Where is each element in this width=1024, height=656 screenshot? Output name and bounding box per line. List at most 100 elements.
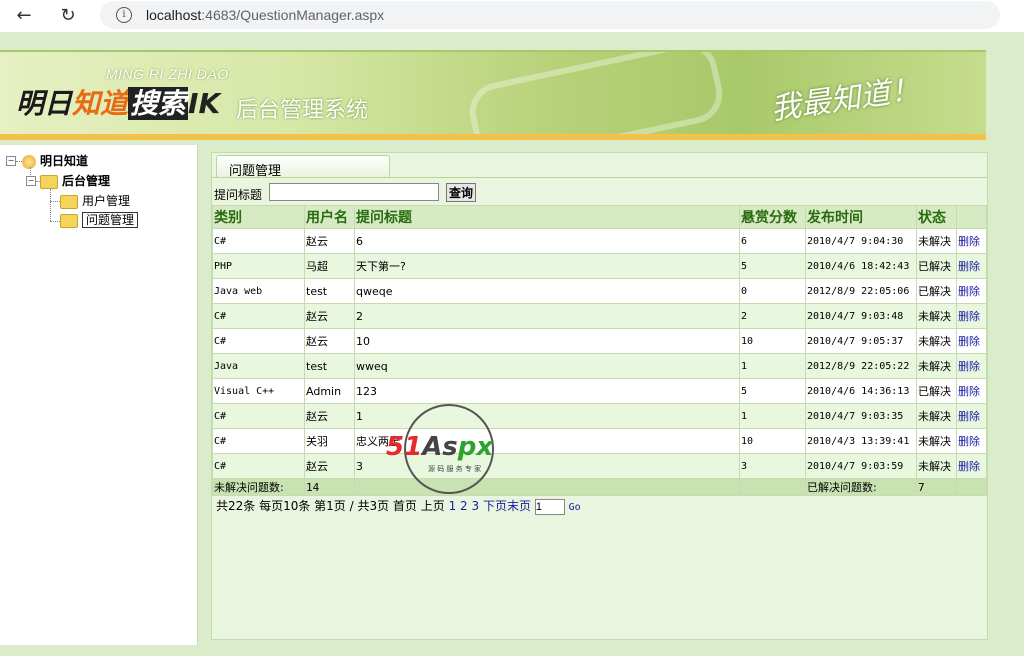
pager-summary: 共22条 每页10条 第1页 / 共3页 首页 上页 [216, 499, 445, 513]
time-cell: 2010/4/7 9:03:59 [805, 453, 917, 479]
title-cell: 6 [354, 228, 740, 254]
user-cell: 赵云 [304, 303, 355, 329]
site-banner: MING RI ZHI DAO 明日知道搜索IK 后台管理系统 我最知道！ [0, 50, 986, 140]
site-logo: 明日知道搜索IK [16, 87, 221, 120]
title-cell: 天下第一? [354, 253, 740, 279]
solved-count-label: 已解决问题数: [805, 478, 917, 496]
col-header-category[interactable]: 类别 [212, 205, 305, 229]
search-title-input[interactable] [269, 183, 439, 201]
tree-root[interactable]: 明日知道 [22, 152, 88, 169]
category-cell: C# [212, 428, 305, 454]
col-header-user[interactable]: 用户名 [304, 205, 355, 229]
col-header-time[interactable]: 发布时间 [805, 205, 917, 229]
user-cell: test [304, 278, 355, 304]
user-cell: 关羽 [304, 428, 355, 454]
status-cell: 已解决 [916, 378, 957, 404]
tree-item-question-management[interactable]: 问题管理 [60, 211, 139, 228]
col-header-score[interactable]: 悬赏分数 [739, 205, 806, 229]
delete-link[interactable]: 删除 [956, 253, 987, 279]
time-cell: 2010/4/7 9:03:35 [805, 403, 917, 429]
table-row: Visual C++ Admin 123 5 2010/4/6 14:36:13 已解决删… [212, 378, 987, 404]
delete-link[interactable]: 删除 [956, 353, 987, 379]
search-button[interactable]: 查询 [446, 183, 476, 202]
tab-question-management[interactable]: 问题管理 [216, 155, 390, 179]
back-icon[interactable]: ← [12, 4, 36, 28]
tree-node-admin[interactable]: 后台管理 [40, 172, 110, 189]
user-cell: test [304, 353, 355, 379]
time-cell: 2010/4/6 18:42:43 [805, 253, 917, 279]
folder-icon [40, 174, 58, 189]
pager-page-links[interactable]: 1 2 3 [449, 499, 480, 513]
collapse-icon[interactable]: − [26, 176, 36, 186]
unsolved-count-label: 未解决问题数: [212, 478, 305, 496]
site-info-icon[interactable]: i [116, 7, 132, 23]
reload-icon[interactable]: ↻ [56, 4, 80, 28]
status-cell: 已解决 [916, 253, 957, 279]
status-cell: 未解决 [916, 328, 957, 354]
title-cell: qweqe [354, 278, 740, 304]
watermark-logo: 51Aspx 源 码 服 务 专 家 [386, 404, 494, 494]
table-row: C# 关羽 忠义两全 10 2010/4/3 13:39:41 未解决 删除 [212, 428, 987, 454]
col-header-status[interactable]: 状态 [916, 205, 957, 229]
title-cell: 123 [354, 378, 740, 404]
category-cell: C# [212, 453, 305, 479]
banner-decoration [464, 52, 728, 140]
solved-count-value: 7 [916, 478, 957, 496]
collapse-icon[interactable]: − [6, 156, 16, 166]
status-cell: 未解决 [916, 453, 957, 479]
question-table: 类别 用户名 提问标题 悬赏分数 发布时间 状态 C# 赵云 6 6 2010/4/7 … [212, 205, 987, 496]
table-row: C# 赵云 2 2 2010/4/7 9:03:48 未解决 删除 [212, 303, 987, 329]
delete-link[interactable]: 删除 [956, 303, 987, 329]
table-row: C# 赵云 6 6 2010/4/7 9:04:30 未解决 删除 [212, 228, 987, 254]
banner-pinyin: MING RI ZHI DAO [106, 66, 229, 82]
delete-link[interactable]: 删除 [956, 328, 987, 354]
category-cell: C# [212, 403, 305, 429]
col-header-title[interactable]: 提问标题 [354, 205, 740, 229]
category-cell: C# [212, 228, 305, 254]
col-header-action [956, 205, 987, 229]
title-cell: wweq [354, 353, 740, 379]
status-cell: 未解决 [916, 428, 957, 454]
score-cell: 10 [739, 328, 806, 354]
category-cell: C# [212, 303, 305, 329]
title-cell: 10 [354, 328, 740, 354]
status-cell: 已解决 [916, 278, 957, 304]
table-footer-row: 未解决问题数: 14 已解决问题数: 7 [212, 478, 987, 496]
time-cell: 2010/4/7 9:03:48 [805, 303, 917, 329]
status-cell: 未解决 [916, 228, 957, 254]
delete-link[interactable]: 删除 [956, 278, 987, 304]
title-cell: 2 [354, 303, 740, 329]
main-panel: 问题管理 提问标题 查询 类别 用户名 提问标题 悬赏分数 发布时间 状态 C#… [211, 152, 988, 640]
browser-toolbar: ← ↻ i localhost:4683/QuestionManager.asp… [0, 0, 1024, 32]
score-cell: 5 [739, 378, 806, 404]
url-text[interactable]: localhost:4683/QuestionManager.aspx [146, 7, 384, 23]
delete-link[interactable]: 删除 [956, 228, 987, 254]
category-cell: Visual C++ [212, 378, 305, 404]
system-title: 后台管理系统 [236, 98, 369, 123]
delete-link[interactable]: 删除 [956, 378, 987, 404]
table-row: C# 赵云 10 10 2010/4/7 9:05:37 未解决 删除 [212, 328, 987, 354]
table-row: C# 赵云 3 3 2010/4/7 9:03:59 未解决 删除 [212, 453, 987, 479]
search-label: 提问标题 [214, 188, 263, 202]
go-button[interactable]: Go [569, 502, 581, 513]
tree-item-user-management[interactable]: 用户管理 [60, 192, 130, 209]
folder-icon [60, 213, 78, 228]
root-icon [22, 154, 36, 169]
status-cell: 未解决 [916, 403, 957, 429]
banner-stripe [0, 134, 986, 140]
delete-link[interactable]: 删除 [956, 428, 987, 454]
user-cell: 赵云 [304, 403, 355, 429]
pager-last-link[interactable]: 末页 [507, 499, 531, 513]
delete-link[interactable]: 删除 [956, 453, 987, 479]
user-cell: 赵云 [304, 328, 355, 354]
time-cell: 2010/4/3 13:39:41 [805, 428, 917, 454]
category-cell: C# [212, 328, 305, 354]
pager-next-link[interactable]: 下页 [483, 499, 507, 513]
table-row: PHP 马超 天下第一? 5 2010/4/6 18:42:43 已解决 删除 [212, 253, 987, 279]
category-cell: Java [212, 353, 305, 379]
page-number-input[interactable] [534, 498, 565, 515]
score-cell: 6 [739, 228, 806, 254]
score-cell: 0 [739, 278, 806, 304]
time-cell: 2010/4/7 9:04:30 [805, 228, 917, 254]
delete-link[interactable]: 删除 [956, 403, 987, 429]
